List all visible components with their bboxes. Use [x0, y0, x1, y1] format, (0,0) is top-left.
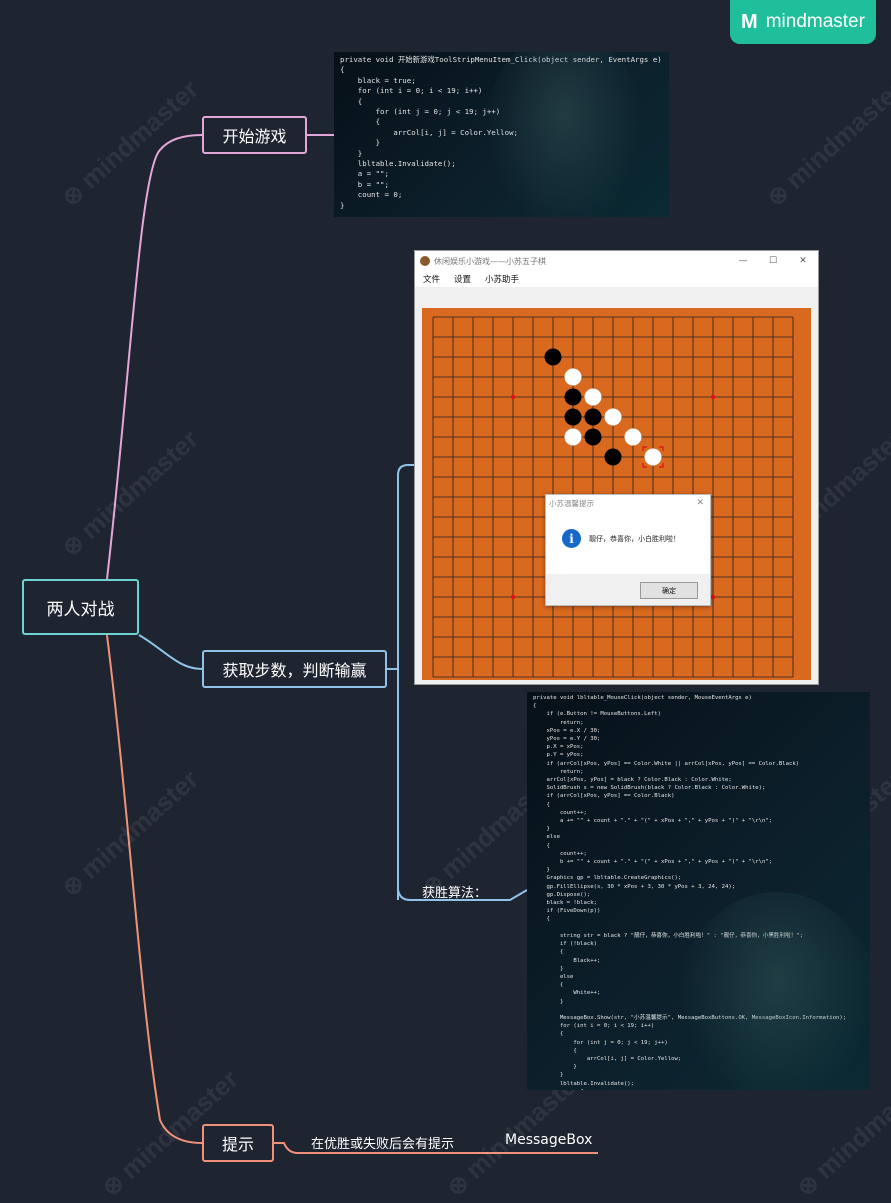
code-line: arrCol[xPos, yPos] = black ? Color.Black… — [533, 777, 732, 784]
code-line: Graphics gp = lbltable.CreateGraphics(); — [533, 875, 682, 882]
code-line: if (arrCol[xPos, yPos] == Color.Black) — [533, 793, 675, 800]
code-line: { — [533, 842, 550, 849]
app-icon — [420, 256, 430, 266]
leaf-win-algorithm[interactable]: 获胜算法： — [422, 882, 487, 901]
window-title: 休闲娱乐小游戏——小苏五子棋 — [434, 256, 546, 266]
connector-root-steps — [138, 634, 203, 670]
white-stone — [644, 448, 662, 466]
code-line: else — [533, 834, 560, 841]
white-stone — [564, 368, 582, 386]
dialog-title: 小苏温馨提示 — [549, 498, 594, 508]
connector-root-start — [106, 134, 203, 580]
code-line: return; — [533, 768, 584, 775]
code-line: if (e.Button != MouseButtons.Left) — [533, 711, 661, 718]
leaf-tip-description[interactable]: 在优胜或失败后会有提示 — [311, 1133, 454, 1152]
leaf-messagebox[interactable]: MessageBox — [505, 1132, 592, 1148]
dialog-close-icon[interactable]: ✕ — [696, 498, 704, 508]
star-point — [710, 594, 716, 600]
code-line: xPos = e.X / 30; — [533, 727, 601, 734]
branch-tip[interactable]: 提示 — [202, 1124, 274, 1162]
code-line: { — [533, 801, 550, 808]
code-image-start-game: private void 开始新游戏ToolStripMenuItem_Clic… — [334, 52, 669, 217]
code-line: } — [533, 867, 550, 874]
black-stone — [604, 448, 622, 466]
dialog-body: i 靓仔，恭喜你，小白胜利啦！ — [546, 511, 710, 566]
maximize-button[interactable]: ☐ — [758, 256, 788, 266]
code-line: return; — [533, 719, 584, 726]
code-line: count++; — [533, 809, 587, 816]
hacker-silhouette — [484, 52, 644, 217]
star-point — [710, 394, 716, 400]
menu-file[interactable]: 文件 — [423, 273, 440, 285]
star-point — [510, 394, 516, 400]
branch-start-game[interactable]: 开始游戏 — [202, 116, 307, 154]
root-node[interactable]: 两人对战 — [22, 579, 139, 635]
window-menubar: 文件 设置 小苏助手 — [415, 271, 818, 287]
mindmaster-logo: M mindmaster — [730, 0, 876, 44]
black-stone — [544, 348, 562, 366]
code-image-win-algorithm: private void lbltable_MouseClick(object … — [527, 692, 870, 1090]
menu-settings[interactable]: 设置 — [454, 273, 471, 285]
code-line: count++; — [533, 850, 587, 857]
code-line: b += "" + count + "." + "(" + xPos + ","… — [533, 859, 773, 866]
code-line: p.Y = yPos; — [533, 752, 584, 759]
white-stone — [624, 428, 642, 446]
white-stone — [584, 388, 602, 406]
code-line: private void lbltable_MouseClick(object … — [533, 695, 752, 701]
info-icon: i — [562, 529, 581, 548]
white-stone — [604, 408, 622, 426]
code-line: gp.Dispose(); — [533, 891, 591, 898]
code-line: p.X = xPos; — [533, 744, 584, 751]
code-line: yPos = e.Y / 30; — [533, 736, 601, 743]
menu-helper[interactable]: 小苏助手 — [485, 273, 519, 285]
close-button[interactable]: ✕ — [788, 256, 818, 266]
connector-steps-bracket — [387, 464, 414, 900]
gomoku-window: 休闲娱乐小游戏——小苏五子棋 — ☐ ✕ 文件 设置 小苏助手 小苏温馨提示 ✕… — [414, 250, 819, 685]
dialog-footer: 确定 — [546, 574, 710, 605]
minimize-button[interactable]: — — [728, 256, 758, 266]
code-line: gp.FillEllipse(s, 30 * xPos + 3, 30 * yP… — [533, 883, 736, 890]
black-stone — [564, 408, 582, 426]
black-stone — [584, 428, 602, 446]
code-line: a += "" + count + "." + "(" + xPos + ","… — [533, 818, 773, 825]
star-point — [510, 594, 516, 600]
connector-root-tip — [106, 634, 203, 1144]
dialog-message: 靓仔，恭喜你，小白胜利啦！ — [589, 534, 680, 543]
code-line: SolidBrush s = new SolidBrush(black ? Co… — [533, 785, 766, 792]
mindmaster-logo-icon: M — [741, 10, 758, 33]
black-stone — [584, 408, 602, 426]
window-titlebar: 休闲娱乐小游戏——小苏五子棋 — ☐ ✕ — [415, 251, 818, 271]
win-dialog: 小苏温馨提示 ✕ i 靓仔，恭喜你，小白胜利啦！ 确定 — [545, 494, 711, 606]
black-stone — [564, 388, 582, 406]
code-line: } — [533, 826, 550, 833]
mindmaster-logo-text: mindmaster — [765, 11, 865, 32]
branch-get-steps[interactable]: 获取步数，判断输赢 — [202, 650, 387, 688]
white-stone — [564, 428, 582, 446]
dialog-titlebar: 小苏温馨提示 ✕ — [546, 495, 710, 511]
code-line: if (arrCol[xPos, yPos] == Color.White ||… — [533, 760, 800, 767]
dialog-ok-button[interactable]: 确定 — [640, 582, 698, 599]
code-line: { — [533, 703, 537, 710]
